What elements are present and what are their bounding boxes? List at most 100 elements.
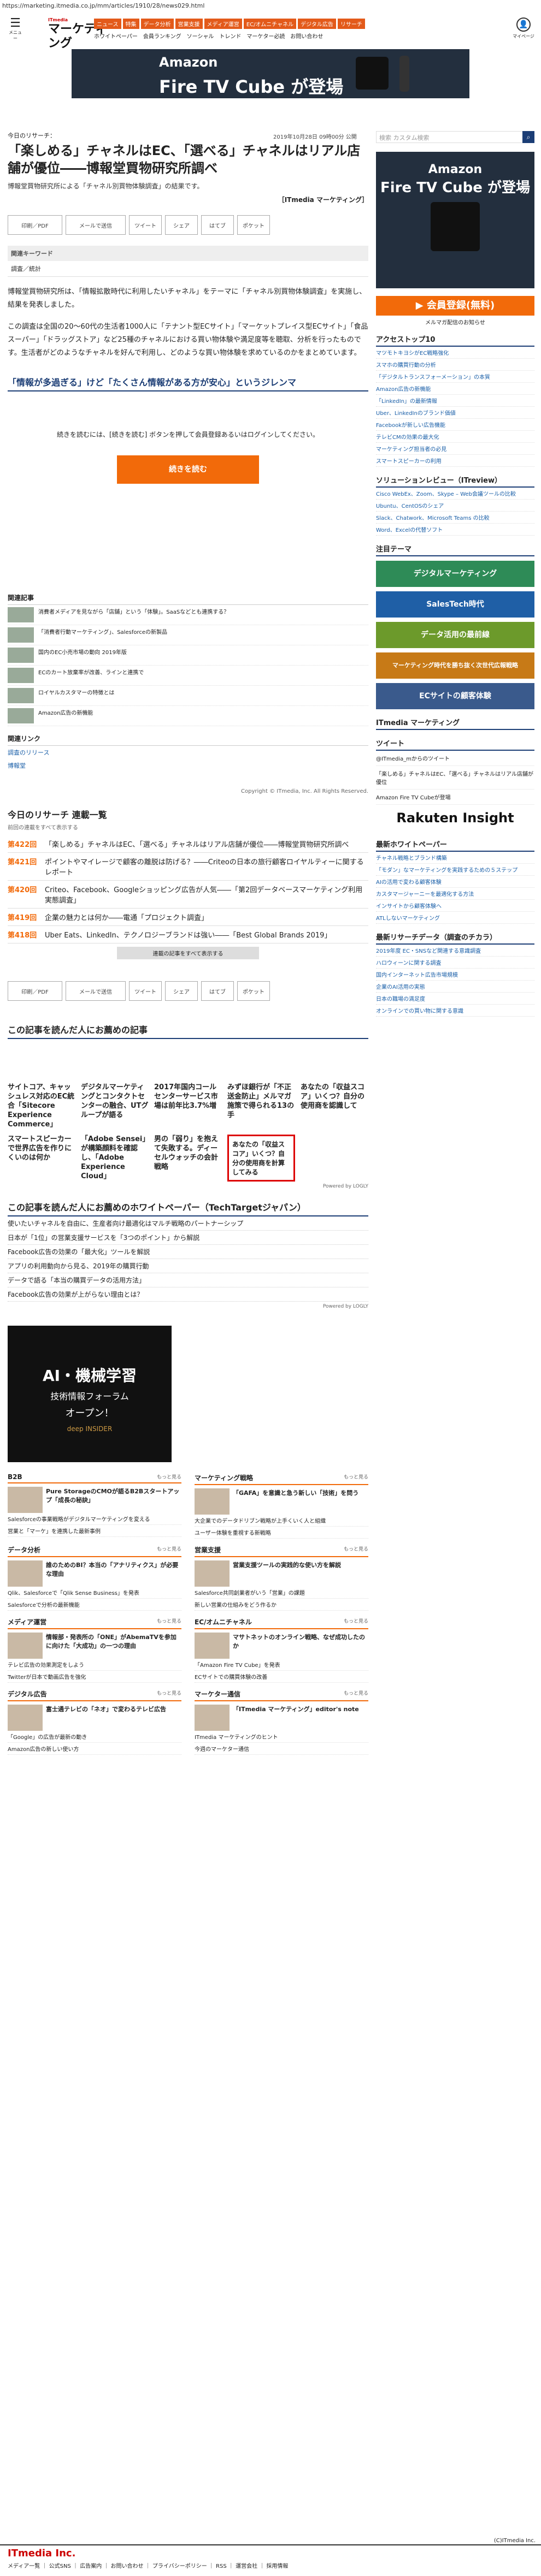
register-button[interactable]: ▶ 会員登録(無料) <box>376 296 534 316</box>
category-top[interactable]: 富士通テレビの「ネオ」で変わるテレビ広告 <box>8 1705 181 1731</box>
category-more[interactable]: もっと見る <box>157 1689 181 1699</box>
access-item[interactable]: スマホの購買行動の分析 <box>376 359 534 371</box>
tweet[interactable]: 「楽しめる」チャネルはEC、「選べる」チャネルはリアル店舗が優位 <box>376 766 534 790</box>
subnav-item[interactable]: トレンド <box>219 34 241 40</box>
nav-item[interactable]: データ分析 <box>140 19 174 29</box>
category-top[interactable]: 「ITmedia マーケティング」editor's note <box>195 1705 368 1731</box>
category-item[interactable]: 今週のマーケター通信 <box>195 1743 368 1755</box>
new-research-item[interactable]: 日本の職場の満足度 <box>376 993 534 1005</box>
category-more[interactable]: もっと見る <box>344 1473 368 1482</box>
subnav-item[interactable]: 会員ランキング <box>143 34 181 40</box>
series-more-button[interactable]: 連載の記事をすべて表示する <box>117 947 259 959</box>
category-top[interactable]: 情報部・発表所の「ONE」がAbemaTVを参加に向けた「大成功」の一つの理由 <box>8 1633 181 1659</box>
category-top[interactable]: 「GAFA」を意識と急う新しい「技術」を問う <box>195 1488 368 1515</box>
access-item[interactable]: Facebookが新しい広告機能 <box>376 419 534 431</box>
related-item[interactable]: 国内のEC小売市場の動向 2019年版 <box>8 645 368 666</box>
related-item[interactable]: ロイヤルカスタマーの特徴とは <box>8 686 368 706</box>
category-top[interactable]: 営業支援ツールの実践的な使い方を解説 <box>195 1560 368 1587</box>
whitepaper-item[interactable]: アプリの利用動向から見る、2019年の購買行動 <box>8 1259 368 1273</box>
mypage-button[interactable]: 👤 マイページ <box>513 17 534 39</box>
category-item[interactable]: ECサイトでの購買体験の改善 <box>195 1671 368 1683</box>
reco-card[interactable]: デジタルマーケティングとコンタクトセンターの融合、UTグループが語る <box>81 1083 149 1129</box>
category-item[interactable]: Salesforceで分析の最新機能 <box>8 1599 181 1611</box>
category-more[interactable]: もっと見る <box>344 1689 368 1699</box>
twitter-button[interactable]: ツイート <box>129 981 162 1001</box>
related-item[interactable]: 「消費者行動マーケティング」、Salesforceの新製品 <box>8 625 368 645</box>
read-more-button[interactable]: 続きを読む <box>117 455 259 484</box>
category-item[interactable]: 大企業でのデータドリブン戦略が上手くいく人と組織 <box>195 1515 368 1527</box>
email-button[interactable]: メールで送信 <box>66 215 126 235</box>
hatena-button[interactable]: はてブ <box>201 215 234 235</box>
nav-item[interactable]: 特集 <box>122 19 139 29</box>
solution-item[interactable]: Ubuntu、CentOSのシェア <box>376 500 534 512</box>
new-whitepaper-item[interactable]: ATLしないマーケティング <box>376 912 534 924</box>
new-whitepaper-item[interactable]: AIの活用で変わる顧客体験 <box>376 876 534 888</box>
access-item[interactable]: 「LinkedIn」の最新情報 <box>376 395 534 407</box>
search-input[interactable]: 検索 カスタム検索 <box>376 131 534 143</box>
related-item[interactable]: 消費者メディアを見ながら「店舗」という「体験」。SaaSなどとも連携する？ <box>8 605 368 625</box>
whitepaper-item[interactable]: データで語る「本当の購買データの活用方法」 <box>8 1273 368 1287</box>
access-item[interactable]: マツモトキヨシがEC戦略強化 <box>376 347 534 359</box>
category-top[interactable]: マサトネットのオンライン戦略、なぜ成功したのか <box>195 1633 368 1659</box>
tweet[interactable]: @ITmedia_mからのツイート <box>376 751 534 766</box>
hatena-button[interactable]: はてブ <box>201 981 234 1001</box>
new-whitepaper-item[interactable]: インサイトから顧客体験へ <box>376 900 534 912</box>
reco-card[interactable]: みずほ銀行が「不正送金防止」メルマガ施策で得られる13の手 <box>227 1083 295 1129</box>
category-item[interactable]: 営業と「マーケ」を連携した最新事例 <box>8 1525 181 1537</box>
related-link[interactable]: 調査のリリース <box>8 746 368 759</box>
pocket-button[interactable]: ポケット <box>237 215 270 235</box>
access-item[interactable]: スマートスピーカーの利用 <box>376 455 534 467</box>
category-item[interactable]: ITmedia マーケティングのヒント <box>195 1731 368 1743</box>
facebook-button[interactable]: シェア <box>165 981 198 1001</box>
whitepaper-item[interactable]: 日本が「1位」の営業支援サービスを「3つのポイント」から解説 <box>8 1231 368 1245</box>
access-item[interactable]: Uber、LinkedInのブランド価値 <box>376 407 534 419</box>
rakuten-insight-ad[interactable]: Rakuten Insight <box>376 805 534 831</box>
subnav-item[interactable]: ソーシャル <box>187 34 214 40</box>
category-top[interactable]: Pure StorageのCMOが語るB2Bスタートアップ「成長の秘訣」 <box>8 1487 181 1513</box>
access-item[interactable]: Amazon広告の新機能 <box>376 383 534 395</box>
category-item[interactable]: 「Google」の広告が最新の動き <box>8 1731 181 1743</box>
nav-item[interactable]: リサーチ <box>337 19 365 29</box>
new-research-item[interactable]: 企業のAI活用の実態 <box>376 981 534 993</box>
promo-banner[interactable]: マーケティング時代を勝ち抜く次世代広報戦略 <box>376 652 534 679</box>
facebook-box-title[interactable]: ITmedia マーケティング <box>376 717 534 730</box>
footer-logo[interactable]: ITmedia Inc. <box>0 2545 541 2561</box>
category-more[interactable]: もっと見る <box>157 1545 181 1554</box>
series-row[interactable]: 第418回 Uber Eats、LinkedIn、テクノロジーブランドは強い――「… <box>8 926 368 943</box>
facebook-button[interactable]: シェア <box>165 215 198 235</box>
category-item[interactable]: テレビ広告の効果測定をしよう <box>8 1659 181 1671</box>
new-research-item[interactable]: 2019年度 EC・SNSなど関連する意識調査 <box>376 945 534 957</box>
category-item[interactable]: Twitterが日本で動画広告を強化 <box>8 1671 181 1683</box>
subnav-item[interactable]: お問い合わせ <box>290 34 323 40</box>
twitter-button[interactable]: ツイート <box>129 215 162 235</box>
nav-item[interactable]: ニュース <box>94 19 121 29</box>
access-item[interactable]: マーケティング担当者の必見 <box>376 443 534 455</box>
keyword-link[interactable]: 調査／統計 <box>8 261 368 277</box>
footer-links[interactable]: メディア一覧 ｜ 公式SNS ｜ 広告案内 ｜ お問い合わせ ｜ プライバシーポ… <box>0 2561 541 2569</box>
series-row[interactable]: 第420回 Criteo、Facebook、Googleショッピング広告が人気――… <box>8 881 368 909</box>
series-list-sub[interactable]: 前回の連載をすべて表示する <box>8 823 368 831</box>
new-whitepaper-item[interactable]: チャネル戦略とブランド構築 <box>376 852 534 864</box>
new-whitepaper-item[interactable]: 「モダン」なマーケティングを実践するための５ステップ <box>376 864 534 876</box>
related-item[interactable]: Amazon広告の新機能 <box>8 706 368 726</box>
subnav-item[interactable]: ホワイトペーパー <box>94 34 138 40</box>
menu-button[interactable]: ☰ メニュー <box>8 17 23 41</box>
nav-item[interactable]: EC/オムニチャネル <box>243 19 297 29</box>
category-item[interactable]: 「Amazon Fire TV Cube」を発表 <box>195 1659 368 1671</box>
related-link[interactable]: 博報堂 <box>8 759 368 772</box>
related-item[interactable]: ECのカート放棄率が改善、ラインと連携で <box>8 666 368 686</box>
series-row[interactable]: 第421回 ポイントやマイレージで顧客の離脱は防げる？――Criteoの日本の旅行… <box>8 853 368 881</box>
reco-card[interactable]: あなたの「収益スコア」いくつ？自分の使用商を認識して <box>301 1083 368 1129</box>
whitepaper-item[interactable]: 使いたいチャネルを自由に、生産者向け最適化はマルチ戦略のパートナーシップ <box>8 1216 368 1231</box>
category-item[interactable]: ユーザー体験を重視する新戦略 <box>195 1527 368 1539</box>
reco-card[interactable]: 男の「弱り」を抱えて失敗する。ディーセルウォッチの会計戦略 <box>154 1135 222 1182</box>
access-item[interactable]: テレビCMの効果の最大化 <box>376 431 534 443</box>
reco-card[interactable]: 「Adobe Sensei」が構築顔料を確認し、「Adobe Experienc… <box>81 1135 149 1182</box>
new-research-item[interactable]: 国内インターネット広告市場規模 <box>376 969 534 981</box>
series-row[interactable]: 第422回 「楽しめる」チャネルはEC、「選べる」チャネルはリアル店舗が優位――博… <box>8 835 368 853</box>
new-whitepaper-item[interactable]: カスタマージャーニーを最適化する方法 <box>376 888 534 900</box>
whitepaper-item[interactable]: Facebook広告の効果が上がらない理由とは？ <box>8 1287 368 1302</box>
promo-banner[interactable]: デジタルマーケティング <box>376 561 534 587</box>
promo-banner[interactable]: データ活用の最前線 <box>376 622 534 648</box>
category-more[interactable]: もっと見る <box>344 1617 368 1627</box>
